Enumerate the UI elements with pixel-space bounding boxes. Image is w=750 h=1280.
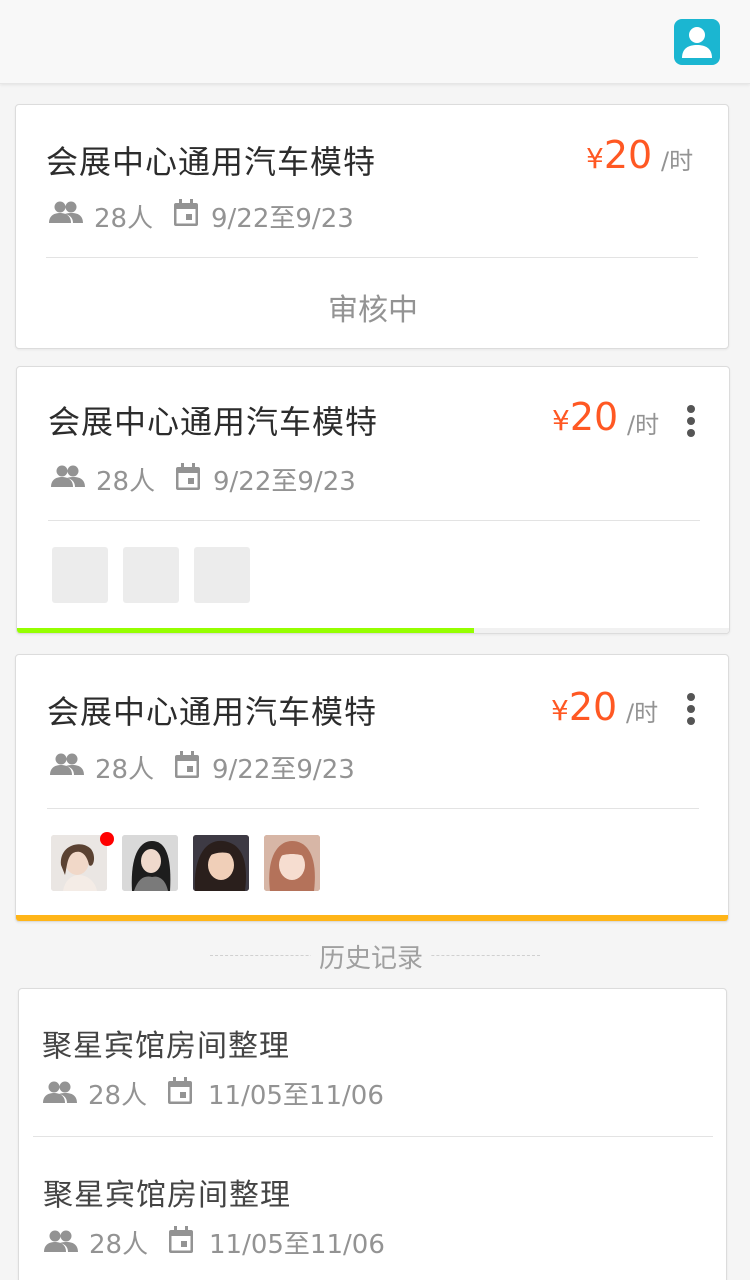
- date-range: 9/22至9/23: [211, 204, 354, 234]
- progress-track: [17, 628, 729, 633]
- history-item-title[interactable]: 聚星宾馆房间整理: [42, 1021, 290, 1065]
- calendar-icon: [168, 1077, 192, 1104]
- progress-bar: [17, 628, 474, 633]
- job-price: ¥20: [586, 133, 653, 177]
- people-count: 28人: [95, 755, 155, 785]
- date-range: 9/22至9/23: [212, 755, 355, 785]
- history-item-title[interactable]: 聚星宾馆房间整理: [43, 1170, 291, 1214]
- calendar-icon: [176, 463, 200, 490]
- people-icon: [51, 465, 85, 487]
- more-options-icon[interactable]: [687, 693, 695, 729]
- applicant-avatar[interactable]: [264, 835, 320, 891]
- job-title: 会展中心通用汽车模特: [46, 143, 377, 181]
- people-count: 28人: [89, 1230, 149, 1260]
- history-card: 聚星宾馆房间整理 28人 11/05至11/06 聚星宾馆房间整理 28人 11…: [18, 988, 727, 1280]
- price-unit: /时: [627, 411, 660, 439]
- date-range: 9/22至9/23: [213, 467, 356, 497]
- job-price: ¥20: [552, 395, 619, 439]
- job-price: ¥20: [551, 685, 618, 729]
- status-label: 审核中: [328, 293, 418, 328]
- applicant-placeholder[interactable]: [194, 547, 250, 603]
- people-count: 28人: [88, 1081, 148, 1111]
- user-icon: [682, 27, 712, 58]
- profile-button[interactable]: [674, 19, 720, 65]
- top-bar: [0, 0, 750, 84]
- price-unit: /时: [661, 147, 694, 175]
- job-title: 会展中心通用汽车模特: [47, 693, 378, 731]
- people-count: 28人: [94, 204, 154, 234]
- divider: [33, 1136, 713, 1137]
- divider: [48, 520, 700, 521]
- people-count: 28人: [96, 467, 156, 497]
- new-badge: [100, 832, 114, 846]
- people-icon: [50, 753, 84, 775]
- calendar-icon: [175, 751, 199, 778]
- job-card[interactable]: 会展中心通用汽车模特 ¥20 /时 28人 9/22至9/23 审核中: [15, 104, 729, 349]
- job-card[interactable]: 会展中心通用汽车模特 ¥20 /时 28人 9/22至9/23: [15, 654, 729, 922]
- applicant-placeholder[interactable]: [123, 547, 179, 603]
- date-range: 11/05至11/06: [209, 1230, 385, 1260]
- history-label: 历史记录: [311, 938, 432, 975]
- price-unit: /时: [626, 699, 659, 727]
- people-icon: [43, 1081, 77, 1103]
- applicant-placeholder[interactable]: [52, 547, 108, 603]
- divider: [47, 808, 699, 809]
- progress-bar: [16, 915, 728, 921]
- calendar-icon: [174, 199, 198, 226]
- calendar-icon: [169, 1226, 193, 1253]
- more-options-icon[interactable]: [687, 405, 695, 441]
- job-card[interactable]: 会展中心通用汽车模特 ¥20 /时 28人 9/22至9/23: [16, 366, 730, 634]
- applicant-avatar[interactable]: [122, 835, 178, 891]
- applicant-avatar[interactable]: [51, 835, 107, 891]
- date-range: 11/05至11/06: [208, 1081, 384, 1111]
- people-icon: [44, 1230, 78, 1252]
- applicant-avatar[interactable]: [193, 835, 249, 891]
- progress-track: [16, 915, 728, 921]
- divider: [46, 257, 698, 258]
- job-title: 会展中心通用汽车模特: [48, 403, 379, 441]
- people-icon: [49, 201, 83, 223]
